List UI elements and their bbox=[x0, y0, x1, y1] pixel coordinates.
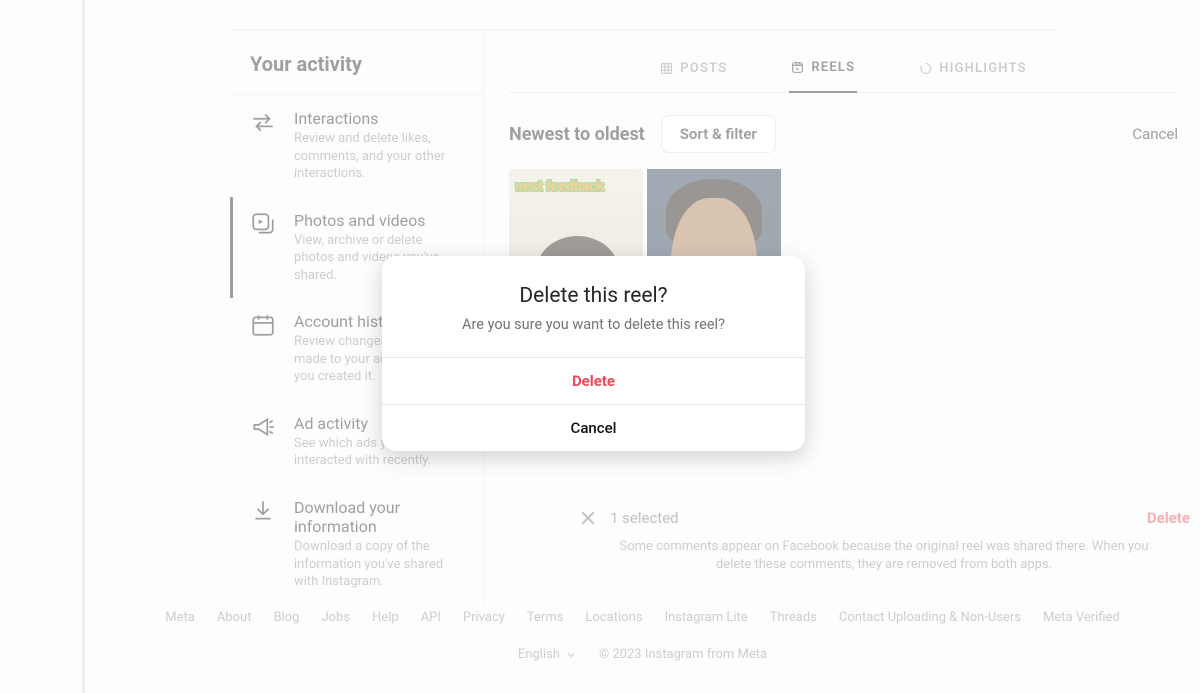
dialog-cancel-button[interactable]: Cancel bbox=[382, 405, 805, 451]
delete-reel-dialog: Delete this reel? Are you sure you want … bbox=[382, 256, 805, 451]
dialog-delete-button[interactable]: Delete bbox=[382, 358, 805, 405]
dialog-message: Are you sure you want to delete this ree… bbox=[406, 316, 781, 333]
dialog-header: Delete this reel? Are you sure you want … bbox=[382, 256, 805, 358]
dialog-title: Delete this reel? bbox=[406, 284, 781, 308]
